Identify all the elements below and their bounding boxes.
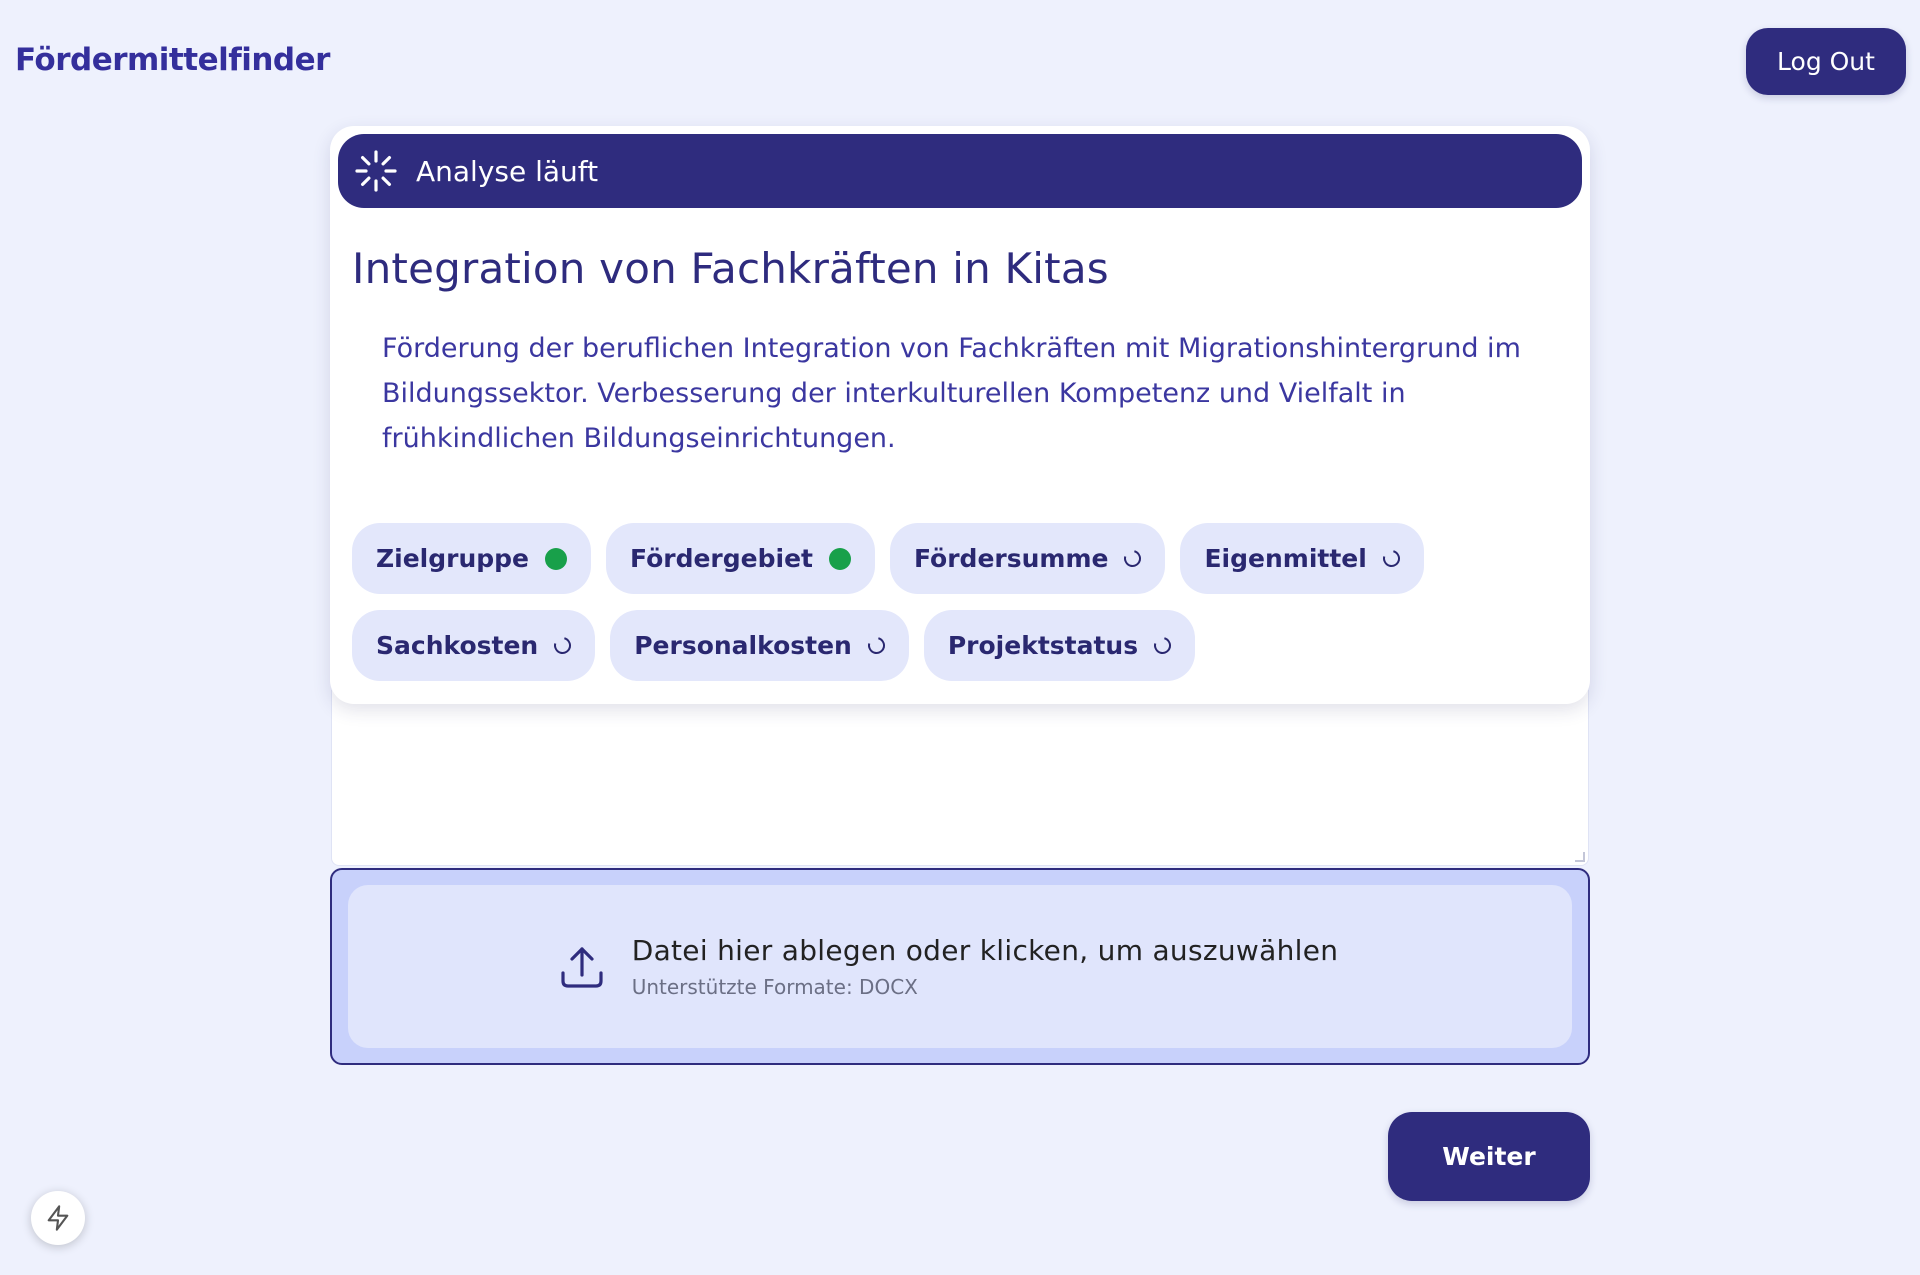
done-status-icon: [545, 547, 567, 570]
dev-tools-button[interactable]: [31, 1191, 85, 1245]
text-input-area[interactable]: [331, 690, 1589, 866]
dropzone-formats-text: Unterstützte Formate: DOCX: [631, 975, 918, 999]
chip-eigenmittel[interactable]: Eigenmittel: [1180, 523, 1424, 594]
chip-zielgruppe[interactable]: Zielgruppe: [352, 523, 591, 594]
loading-spinner-icon: [1150, 633, 1175, 658]
loader-icon: [355, 150, 397, 192]
app-brand[interactable]: Fördermittelfinder: [15, 42, 330, 78]
loading-spinner-icon: [1379, 546, 1403, 571]
chip-projektstatus[interactable]: Projektstatus: [923, 610, 1196, 681]
dropzone-main-text: Datei hier ablegen oder klicken, um ausz…: [631, 934, 1339, 967]
chip-label: Sachkosten: [376, 631, 539, 660]
analysis-status-bar: Analyse läuft: [338, 134, 1582, 208]
resize-handle[interactable]: [1575, 852, 1585, 862]
loading-spinner-icon: [551, 633, 575, 658]
chip-label: Fördersumme: [913, 544, 1109, 573]
bolt-icon: [47, 1205, 69, 1231]
chip-label: Fördergebiet: [630, 544, 813, 573]
dropzone-inner[interactable]: Datei hier ablegen oder klicken, um ausz…: [348, 885, 1572, 1048]
upload-icon: [561, 946, 603, 988]
loading-spinner-icon: [864, 633, 888, 658]
done-status-icon: [828, 547, 851, 570]
chip-personalkosten[interactable]: Personalkosten: [610, 610, 909, 681]
chip-label: Eigenmittel: [1204, 544, 1367, 573]
project-title: Integration von Fachkräften in Kitas: [352, 244, 1109, 293]
logout-button[interactable]: Log Out: [1746, 28, 1906, 95]
analysis-card: Analyse läuft Integration von Fachkräfte…: [330, 126, 1590, 704]
project-description: Förderung der beruflichen Integration vo…: [382, 333, 1521, 454]
criteria-chips: Zielgruppe Fördergebiet Fördersumme Eige…: [352, 523, 1568, 681]
chip-label: Projektstatus: [947, 631, 1139, 660]
next-button[interactable]: Weiter: [1388, 1112, 1590, 1201]
chip-label: Zielgruppe: [376, 544, 529, 573]
chip-label: Personalkosten: [634, 631, 852, 660]
chip-foerdergebiet[interactable]: Fördergebiet: [606, 523, 875, 594]
status-label: Analyse läuft: [416, 154, 599, 188]
chip-foerdersumme[interactable]: Fördersumme: [889, 523, 1166, 594]
loading-spinner-icon: [1121, 546, 1145, 571]
chip-sachkosten[interactable]: Sachkosten: [352, 610, 596, 681]
file-dropzone[interactable]: Datei hier ablegen oder klicken, um ausz…: [330, 868, 1590, 1065]
